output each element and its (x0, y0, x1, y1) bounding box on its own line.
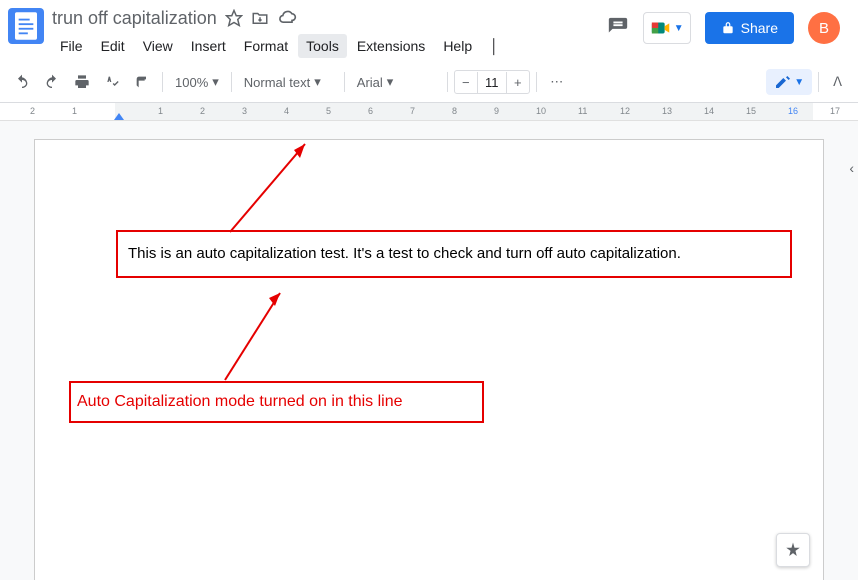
share-label: Share (741, 20, 778, 36)
font-size-increase[interactable]: + (507, 71, 529, 93)
separator (162, 72, 163, 92)
paragraph-style-dropdown[interactable]: Normal text▾ (238, 70, 338, 94)
more-tools-button[interactable]: ⋯ (543, 68, 571, 96)
paint-format-button[interactable] (128, 68, 156, 96)
menu-file[interactable]: File (52, 34, 91, 58)
share-button[interactable]: Share (705, 12, 794, 44)
zoom-dropdown[interactable]: 100%▾ (169, 70, 225, 94)
spellcheck-button[interactable] (98, 68, 126, 96)
separator (818, 72, 819, 92)
redo-button[interactable] (38, 68, 66, 96)
menu-extensions[interactable]: Extensions (349, 34, 433, 58)
print-button[interactable] (68, 68, 96, 96)
menu-view[interactable]: View (135, 34, 181, 58)
separator (231, 72, 232, 92)
document-canvas[interactable]: This is an auto capitalization test. It'… (0, 121, 858, 580)
move-folder-icon[interactable] (251, 9, 269, 27)
horizontal-ruler[interactable]: 2 1 1 2 3 4 5 6 7 8 9 10 11 12 13 14 15 … (0, 103, 858, 121)
cloud-status-icon[interactable] (277, 8, 297, 28)
comment-history-icon[interactable] (607, 16, 629, 41)
document-text-line[interactable]: This is an auto capitalization test. It'… (128, 243, 681, 266)
menu-insert[interactable]: Insert (183, 34, 234, 58)
meet-icon (650, 17, 672, 39)
account-avatar[interactable]: B (808, 12, 840, 44)
separator (447, 72, 448, 92)
menu-tools[interactable]: Tools (298, 34, 347, 58)
left-margin-marker[interactable] (114, 113, 124, 120)
collapse-toolbar-button[interactable]: ᐱ (825, 70, 850, 94)
menu-more[interactable]: │ (482, 34, 507, 58)
chevron-down-icon: ▼ (794, 77, 804, 88)
chevron-down-icon: ▾ (387, 74, 394, 90)
menu-help[interactable]: Help (435, 34, 480, 58)
lock-icon (721, 21, 735, 35)
editing-mode-button[interactable]: ▼ (766, 69, 812, 95)
side-panel-toggle[interactable]: ‹ (849, 160, 854, 176)
annotation-arrow (220, 132, 320, 242)
meet-button[interactable]: ▼ (643, 12, 691, 44)
page[interactable]: This is an auto capitalization test. It'… (34, 139, 824, 580)
separator (344, 72, 345, 92)
star-icon[interactable] (225, 9, 243, 27)
chevron-down-icon: ▾ (212, 74, 219, 90)
explore-button[interactable] (776, 533, 810, 567)
menu-format[interactable]: Format (236, 34, 296, 58)
font-size-decrease[interactable]: − (455, 71, 477, 93)
annotation-box-text: This is an auto capitalization test. It'… (116, 230, 792, 278)
document-title[interactable]: trun off capitalization (52, 8, 217, 29)
annotation-caption: Auto Capitalization mode turned on in th… (77, 393, 403, 411)
annotation-arrow (215, 285, 295, 385)
separator (536, 72, 537, 92)
undo-button[interactable] (8, 68, 36, 96)
menubar: File Edit View Insert Format Tools Exten… (52, 34, 607, 58)
font-family-dropdown[interactable]: Arial▾ (351, 70, 441, 94)
chevron-down-icon: ▾ (314, 74, 321, 90)
chevron-down-icon: ▼ (674, 23, 684, 34)
font-size-input[interactable]: 11 (477, 72, 507, 93)
toolbar: 100%▾ Normal text▾ Arial▾ − 11 + ⋯ ▼ ᐱ (0, 62, 858, 103)
docs-app-icon[interactable] (8, 8, 44, 44)
font-size-group: − 11 + (454, 70, 530, 94)
annotation-caption-box: Auto Capitalization mode turned on in th… (69, 381, 484, 423)
menu-edit[interactable]: Edit (93, 34, 133, 58)
pencil-icon (774, 74, 790, 90)
